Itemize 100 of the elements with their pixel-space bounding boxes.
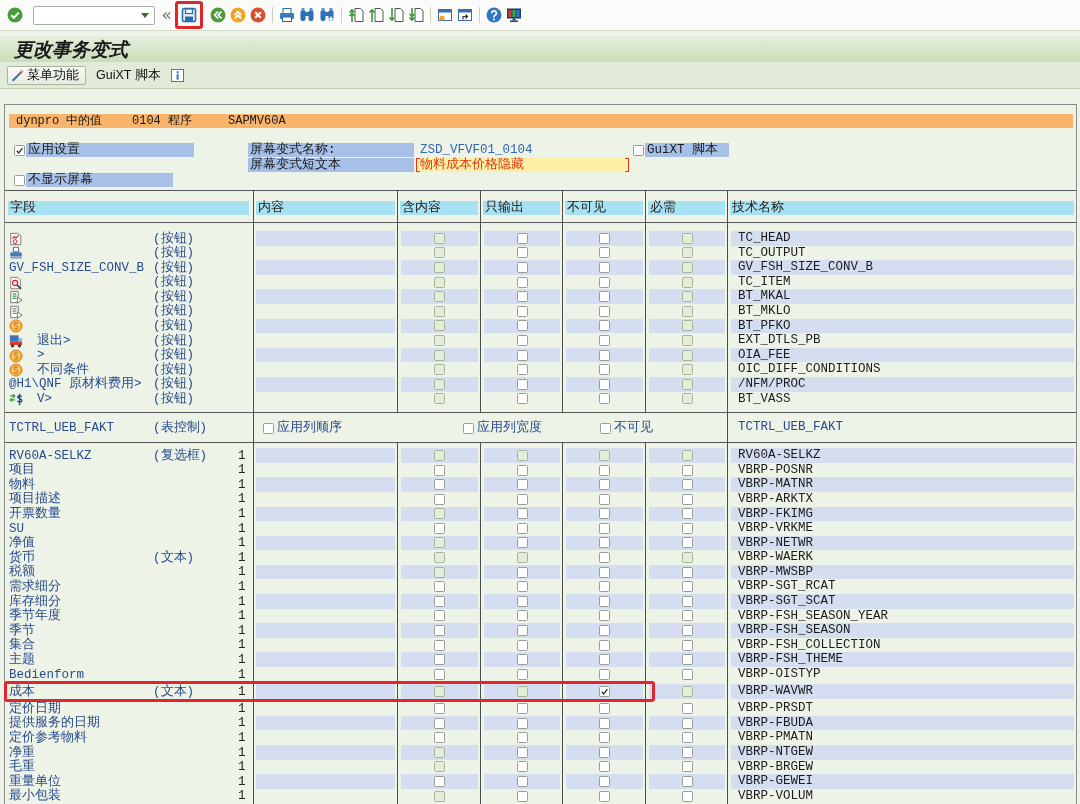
checkbox[interactable] xyxy=(516,232,528,244)
checkbox[interactable] xyxy=(263,422,274,434)
checkbox[interactable] xyxy=(434,732,445,744)
checkbox[interactable] xyxy=(434,625,445,637)
checkbox[interactable] xyxy=(599,305,610,317)
printer-icon[interactable] xyxy=(279,7,295,23)
checkbox[interactable] xyxy=(516,291,528,303)
checkbox[interactable] xyxy=(599,276,610,288)
checkbox[interactable] xyxy=(516,717,528,729)
binoculars-plus-icon[interactable] xyxy=(319,7,335,23)
close-icon[interactable] xyxy=(250,7,266,23)
checkbox[interactable] xyxy=(681,746,693,758)
info-icon[interactable] xyxy=(170,68,184,82)
checkbox[interactable] xyxy=(599,668,610,680)
double-chevron-icon[interactable] xyxy=(162,10,171,20)
checkbox[interactable] xyxy=(681,761,693,773)
input-field[interactable]: 物料成本价格隐藏 xyxy=(416,158,629,172)
checkbox[interactable] xyxy=(516,537,528,549)
checkbox[interactable] xyxy=(599,761,610,773)
checkbox[interactable] xyxy=(516,276,528,288)
checkbox[interactable] xyxy=(516,378,528,390)
checkbox[interactable] xyxy=(516,703,528,714)
next-page-icon[interactable] xyxy=(388,7,404,23)
checkbox[interactable] xyxy=(516,790,528,802)
checkbox[interactable] xyxy=(681,537,693,549)
checkbox[interactable] xyxy=(599,566,610,578)
checkbox[interactable] xyxy=(599,522,610,534)
checkbox[interactable] xyxy=(681,522,693,534)
checkbox[interactable] xyxy=(516,349,528,361)
checkbox[interactable] xyxy=(599,703,610,714)
checkbox[interactable] xyxy=(681,595,693,607)
checkbox[interactable] xyxy=(599,625,610,637)
checkbox[interactable] xyxy=(681,732,693,744)
checkbox[interactable] xyxy=(516,305,528,317)
checkbox[interactable] xyxy=(681,776,693,787)
checkbox[interactable] xyxy=(599,639,610,651)
checkbox[interactable] xyxy=(516,320,528,332)
checkbox[interactable] xyxy=(599,732,610,744)
checkbox[interactable] xyxy=(681,625,693,637)
checkbox[interactable] xyxy=(599,610,610,622)
checkbox[interactable] xyxy=(681,464,693,476)
checkbox[interactable] xyxy=(516,639,528,651)
new-window-icon[interactable] xyxy=(437,7,453,23)
checkbox[interactable] xyxy=(516,334,528,346)
caret-icon[interactable] xyxy=(141,12,149,18)
checkbox[interactable] xyxy=(516,595,528,607)
checkbox[interactable] xyxy=(516,566,528,578)
checkbox[interactable] xyxy=(516,654,528,666)
checkbox[interactable] xyxy=(434,668,445,680)
checkbox[interactable] xyxy=(14,144,25,156)
help-icon[interactable] xyxy=(486,7,502,23)
checkbox[interactable] xyxy=(681,493,693,505)
checkbox[interactable] xyxy=(599,581,610,593)
checkbox[interactable] xyxy=(516,776,528,787)
checkbox[interactable] xyxy=(599,552,610,564)
monitor-icon[interactable] xyxy=(506,7,522,23)
checkbox[interactable] xyxy=(681,703,693,714)
checkbox[interactable] xyxy=(599,537,610,549)
checkbox[interactable] xyxy=(599,232,610,244)
checkbox[interactable] xyxy=(681,566,693,578)
checkbox[interactable] xyxy=(516,746,528,758)
checkmark-icon[interactable] xyxy=(7,7,23,23)
checkbox[interactable] xyxy=(599,393,610,405)
checkbox[interactable] xyxy=(599,746,610,758)
checkbox[interactable] xyxy=(434,717,445,729)
checkbox[interactable] xyxy=(681,639,693,651)
checkbox[interactable] xyxy=(681,508,693,520)
menu-functions-button[interactable]: 菜单功能 xyxy=(7,65,86,85)
checkbox[interactable] xyxy=(599,291,610,303)
last-page-icon[interactable] xyxy=(408,7,424,23)
checkbox[interactable] xyxy=(681,479,693,491)
checkbox[interactable] xyxy=(434,639,445,651)
checkbox[interactable] xyxy=(516,262,528,273)
checkbox[interactable] xyxy=(434,610,445,622)
checkbox[interactable] xyxy=(681,654,693,666)
back-icon[interactable] xyxy=(210,7,226,23)
checkbox[interactable] xyxy=(434,522,445,534)
save-icon[interactable] xyxy=(181,7,197,23)
checkbox[interactable] xyxy=(516,393,528,405)
binoculars-icon[interactable] xyxy=(299,7,315,23)
checkbox[interactable] xyxy=(516,508,528,520)
checkbox[interactable] xyxy=(434,595,445,607)
checkbox[interactable] xyxy=(599,320,610,332)
checkbox[interactable] xyxy=(434,581,445,593)
checkbox[interactable] xyxy=(434,479,445,491)
checkbox[interactable] xyxy=(516,625,528,637)
checkbox[interactable] xyxy=(516,761,528,773)
checkbox[interactable] xyxy=(516,732,528,744)
checkbox[interactable] xyxy=(599,262,610,273)
checkbox[interactable] xyxy=(463,422,474,434)
checkbox[interactable] xyxy=(599,334,610,346)
command-field[interactable] xyxy=(33,5,155,25)
checkbox[interactable] xyxy=(681,717,693,729)
checkbox[interactable] xyxy=(599,364,610,376)
guixt-script-button[interactable]: GuiXT 脚本 xyxy=(94,65,163,85)
checkbox[interactable] xyxy=(434,654,445,666)
checkbox[interactable] xyxy=(599,464,610,476)
checkbox[interactable] xyxy=(516,479,528,491)
checkbox[interactable] xyxy=(681,790,693,802)
checkbox[interactable] xyxy=(600,422,611,434)
